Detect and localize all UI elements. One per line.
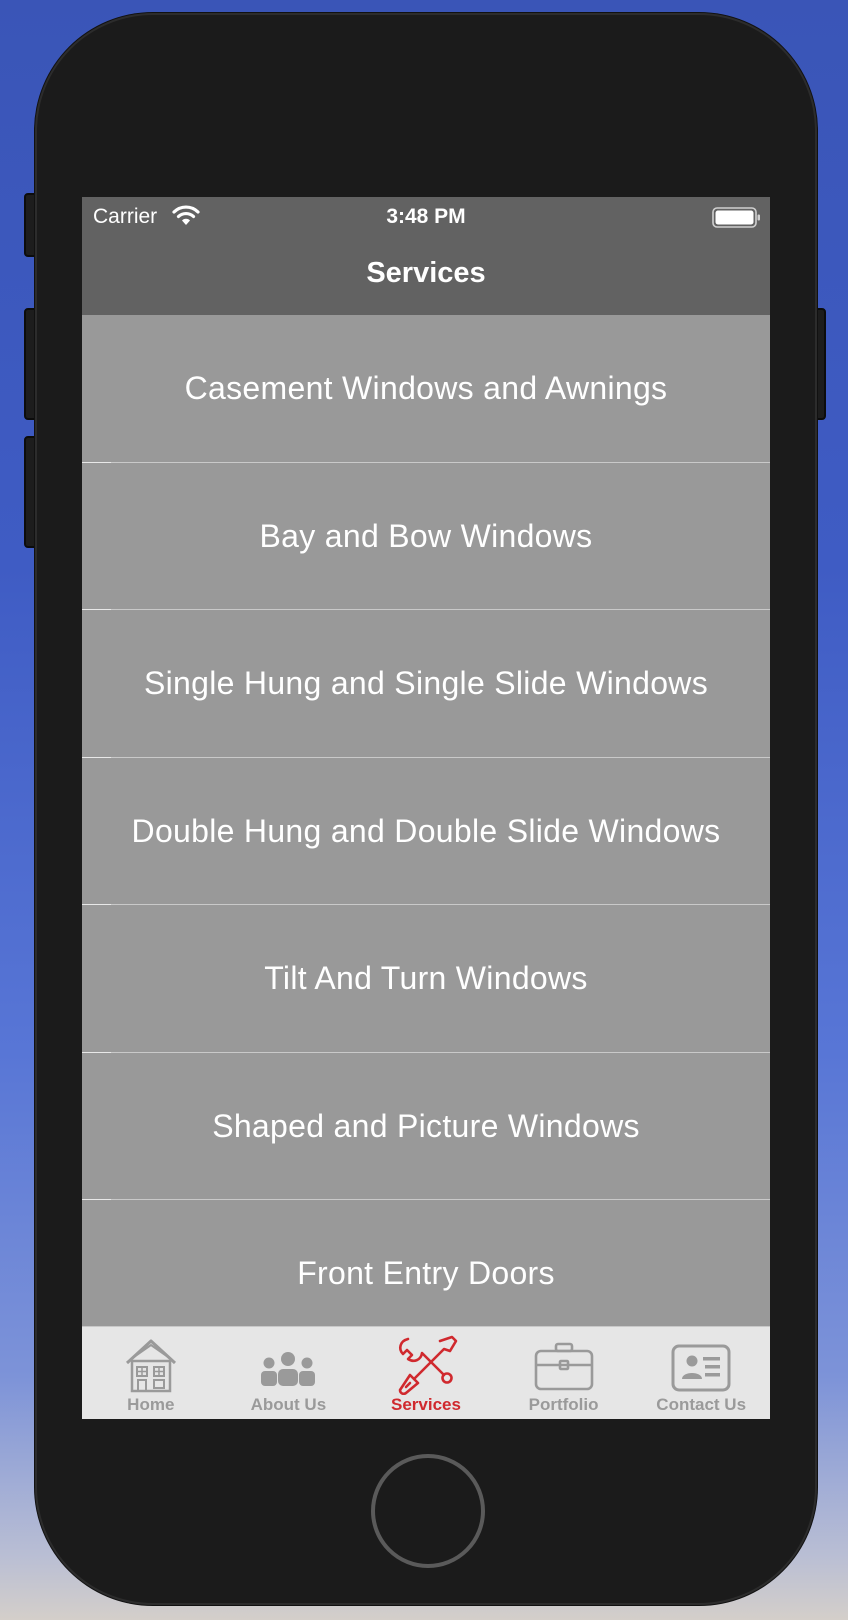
tab-contact-us[interactable]: Contact Us [632, 1327, 770, 1419]
service-label: Tilt And Turn Windows [264, 960, 588, 997]
service-row-tilt-turn[interactable]: Tilt And Turn Windows [82, 905, 770, 1053]
tab-bar: Home About Us Services Portfolio Contact… [82, 1326, 770, 1419]
battery-icon [712, 206, 762, 235]
home-button[interactable] [371, 1454, 485, 1568]
page-title: Services [366, 257, 486, 289]
tab-label: Contact Us [656, 1395, 747, 1414]
service-label: Bay and Bow Windows [259, 517, 593, 554]
service-row-bay-bow[interactable]: Bay and Bow Windows [82, 462, 770, 610]
service-row-casement[interactable]: Casement Windows and Awnings [82, 315, 770, 463]
navigation-bar: Services [82, 237, 770, 315]
service-row-front-entry-doors[interactable]: Front Entry Doors [82, 1200, 770, 1326]
briefcase-icon [532, 1335, 596, 1395]
contact-card-icon [669, 1335, 733, 1395]
app-screen: Carrier 3:48 PM Services Casement Window… [82, 197, 770, 1419]
status-time: 3:48 PM [386, 205, 466, 228]
tab-about-us[interactable]: About Us [220, 1327, 358, 1419]
service-label: Double Hung and Double Slide Windows [131, 812, 721, 849]
tab-label: Services [391, 1395, 461, 1414]
house-icon [119, 1335, 183, 1395]
people-icon [256, 1335, 320, 1395]
tab-portfolio[interactable]: Portfolio [495, 1327, 633, 1419]
service-label: Front Entry Doors [297, 1255, 555, 1292]
service-row-single-hung[interactable]: Single Hung and Single Slide Windows [82, 610, 770, 758]
service-label: Casement Windows and Awnings [184, 370, 668, 407]
service-label: Single Hung and Single Slide Windows [143, 665, 709, 702]
tab-label: About Us [250, 1395, 327, 1414]
tools-icon [394, 1335, 458, 1396]
tab-services[interactable]: Services [357, 1327, 495, 1419]
services-list[interactable]: Casement Windows and Awnings Bay and Bow… [82, 315, 770, 1326]
tab-label: Portfolio [528, 1395, 599, 1414]
service-row-shaped-picture[interactable]: Shaped and Picture Windows [82, 1052, 770, 1200]
service-row-double-hung[interactable]: Double Hung and Double Slide Windows [82, 757, 770, 905]
tab-label: Home [127, 1395, 175, 1414]
status-bar: Carrier 3:48 PM [82, 197, 770, 237]
service-label: Shaped and Picture Windows [212, 1107, 640, 1144]
tab-home[interactable]: Home [82, 1327, 220, 1419]
